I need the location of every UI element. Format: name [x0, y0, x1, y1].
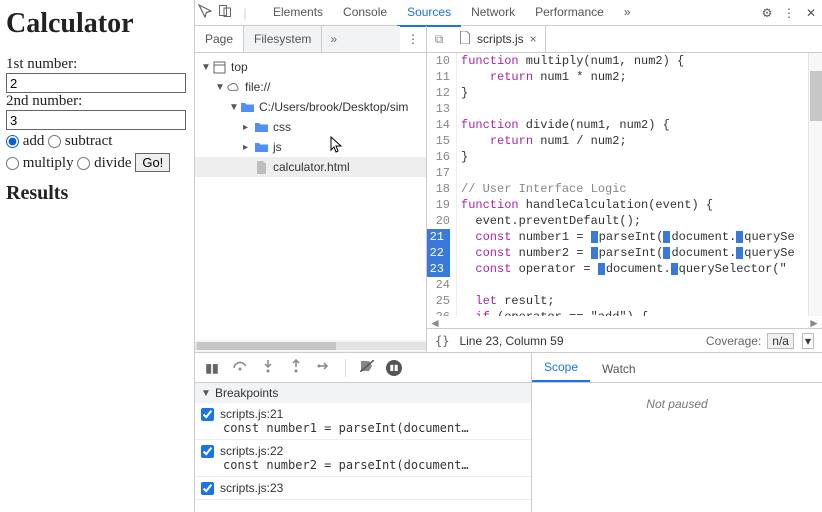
- breakpoint-checkbox[interactable]: [201, 445, 214, 458]
- tree-file-scheme[interactable]: ▼ file://: [195, 77, 426, 97]
- file-nav-icon[interactable]: ⧉: [427, 32, 451, 47]
- rendered-webpage: Calculator 1st number: 2nd number: add s…: [0, 0, 194, 512]
- device-toggle-icon[interactable]: [215, 4, 235, 21]
- file-tab-close-icon[interactable]: ×: [530, 32, 537, 46]
- code-editor[interactable]: 1011121314151617181920212223242526functi…: [427, 53, 808, 316]
- breakpoint-file: scripts.js:22: [220, 444, 283, 458]
- navigator-more-icon[interactable]: ⋮: [400, 26, 426, 52]
- editor-status-bar: {} Line 23, Column 59 Coverage: n/a ▾: [427, 328, 822, 352]
- tree-file-html[interactable]: calculator.html: [195, 157, 426, 177]
- breakpoint-item[interactable]: scripts.js:21 const number1 = parseInt(d…: [195, 403, 531, 440]
- window-icon: [211, 59, 227, 75]
- deactivate-breakpoints-icon[interactable]: [358, 360, 376, 375]
- more-icon[interactable]: ⋮: [778, 6, 800, 20]
- not-paused-message: Not paused: [532, 383, 822, 512]
- pause-icon[interactable]: ▮▮: [203, 361, 221, 375]
- tree-folder-css[interactable]: ▸ css: [195, 117, 426, 137]
- breakpoint-file: scripts.js:21: [220, 407, 283, 421]
- num1-label: 1st number:: [6, 56, 188, 73]
- inspect-icon[interactable]: [195, 4, 215, 21]
- radio-divide[interactable]: [77, 157, 90, 170]
- subtab-filesystem[interactable]: Filesystem: [243, 26, 322, 52]
- subtab-page[interactable]: Page: [195, 26, 243, 52]
- debugger-controls: ▮▮ ▮▮: [195, 353, 531, 383]
- breakpoint-snippet: const number2 = parseInt(document…: [223, 458, 525, 472]
- file-tab-scripts[interactable]: scripts.js ×: [451, 26, 546, 52]
- devtools-toolbar: | Elements Console Sources Network Perfo…: [195, 0, 822, 26]
- scroll-right-icon[interactable]: ►: [806, 316, 822, 328]
- breakpoint-snippet: const number1 = parseInt(document…: [223, 421, 525, 435]
- num2-label: 2nd number:: [6, 93, 188, 110]
- coverage-dropdown-icon[interactable]: ▾: [802, 333, 814, 349]
- tab-network[interactable]: Network: [461, 0, 525, 27]
- folder-icon: [239, 99, 255, 115]
- cursor-position: Line 23, Column 59: [459, 334, 563, 348]
- js-file-icon: [459, 31, 471, 47]
- step-icon[interactable]: [315, 360, 333, 375]
- step-out-icon[interactable]: [287, 359, 305, 376]
- breakpoints-list: scripts.js:21 const number1 = parseInt(d…: [195, 403, 531, 512]
- editor-pane: ⧉ scripts.js × 1011121314151617181920212…: [427, 26, 822, 352]
- h-scrollbar[interactable]: [195, 340, 426, 352]
- tree-folder-js[interactable]: ▸ js: [195, 137, 426, 157]
- coverage-value: n/a: [767, 333, 794, 349]
- breakpoint-file: scripts.js:23: [220, 481, 283, 495]
- breakpoint-checkbox[interactable]: [201, 408, 214, 421]
- file-tab-label: scripts.js: [477, 32, 524, 46]
- close-icon[interactable]: ✕: [800, 6, 822, 20]
- devtools-tabs: Elements Console Sources Network Perform…: [263, 0, 641, 27]
- tabs-overflow-icon[interactable]: »: [614, 0, 641, 27]
- num2-input[interactable]: [6, 110, 186, 130]
- tree-top[interactable]: ▼ top: [195, 57, 426, 77]
- radio-subtract[interactable]: [48, 135, 61, 148]
- tab-sources[interactable]: Sources: [397, 0, 461, 27]
- step-into-icon[interactable]: [259, 359, 277, 376]
- coverage-label: Coverage:: [706, 334, 761, 348]
- tab-elements[interactable]: Elements: [263, 0, 333, 27]
- scroll-left-icon[interactable]: ◄: [427, 316, 443, 328]
- tree-path[interactable]: ▼ C:/Users/brook/Desktop/sim: [195, 97, 426, 117]
- toolbar-separator: |: [235, 6, 255, 20]
- radio-add[interactable]: [6, 135, 19, 148]
- tab-scope[interactable]: Scope: [532, 354, 590, 382]
- page-title: Calculator: [6, 8, 188, 40]
- devtools-panel: | Elements Console Sources Network Perfo…: [194, 0, 822, 512]
- folder-icon: [253, 139, 269, 155]
- breakpoints-header[interactable]: ▼Breakpoints: [195, 383, 531, 403]
- debugger-pane: ▮▮ ▮▮ ▼Breakpoints scripts.js:21 const n…: [195, 352, 822, 512]
- pause-on-exceptions-icon[interactable]: ▮▮: [386, 360, 404, 376]
- breakpoint-checkbox[interactable]: [201, 482, 214, 495]
- radio-multiply[interactable]: [6, 157, 19, 170]
- step-over-icon[interactable]: [231, 360, 249, 375]
- cloud-icon: [225, 79, 241, 95]
- tab-console[interactable]: Console: [333, 0, 397, 27]
- file-icon: [253, 159, 269, 175]
- file-tree: ▼ top ▼ file:// ▼ C:/Users/brook/Desktop…: [195, 53, 426, 340]
- pretty-print-icon[interactable]: {}: [435, 334, 449, 348]
- num1-input[interactable]: [6, 73, 186, 93]
- breakpoint-item[interactable]: scripts.js:22 const number2 = parseInt(d…: [195, 440, 531, 477]
- breakpoint-item[interactable]: scripts.js:23: [195, 477, 531, 500]
- folder-icon: [253, 119, 269, 135]
- go-button[interactable]: Go!: [135, 153, 170, 172]
- v-scrollbar[interactable]: [808, 53, 822, 316]
- tab-watch[interactable]: Watch: [590, 356, 648, 382]
- results-heading: Results: [6, 182, 188, 205]
- navigator-pane: Page Filesystem » ⋮ ▼ top ▼ file:// ▼: [195, 26, 427, 352]
- settings-icon[interactable]: ⚙: [756, 6, 778, 20]
- tab-performance[interactable]: Performance: [525, 0, 614, 27]
- subtab-overflow-icon[interactable]: »: [322, 26, 400, 52]
